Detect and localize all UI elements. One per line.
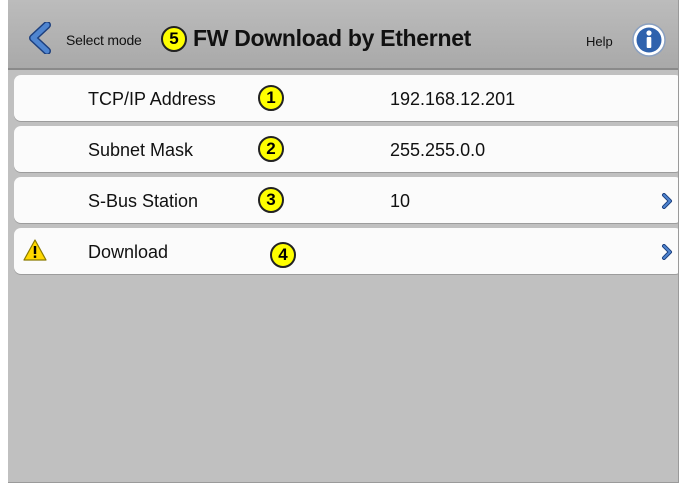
header-bar: Select mode 5 FW Download by Ethernet He… bbox=[8, 0, 678, 70]
select-mode-link[interactable]: Select mode bbox=[66, 32, 142, 48]
warning-icon bbox=[23, 239, 47, 261]
row-subnet-mask[interactable]: Subnet Mask 2 255.255.0.0 bbox=[14, 126, 678, 172]
row-label: TCP/IP Address bbox=[88, 89, 216, 109]
row-label: Subnet Mask bbox=[88, 140, 194, 160]
row-download[interactable]: Download 4 bbox=[14, 228, 678, 274]
row-value: 255.255.0.0 bbox=[390, 140, 486, 160]
callout-badge: 3 bbox=[258, 187, 284, 213]
callout-badge: 2 bbox=[258, 136, 284, 162]
row-label: S-Bus Station bbox=[88, 191, 199, 211]
app-window: Select mode 5 FW Download by Ethernet He… bbox=[8, 0, 679, 483]
callout-badge: 1 bbox=[258, 85, 284, 111]
row-label: Download bbox=[88, 242, 169, 262]
row-value: 10 bbox=[390, 191, 411, 211]
callout-badge: 5 bbox=[161, 26, 187, 52]
callout-badge: 4 bbox=[270, 242, 296, 268]
help-label[interactable]: Help bbox=[586, 34, 613, 49]
chevron-right-icon[interactable] bbox=[661, 193, 673, 209]
row-value: 192.168.12.201 bbox=[390, 89, 516, 109]
row-tcpip-address[interactable]: TCP/IP Address 1 192.168.12.201 bbox=[14, 75, 678, 121]
back-chevron-icon[interactable] bbox=[26, 22, 54, 54]
row-sbus-station[interactable]: S-Bus Station 3 10 bbox=[14, 177, 678, 223]
page-title: FW Download by Ethernet bbox=[193, 25, 472, 51]
info-icon[interactable] bbox=[631, 22, 667, 58]
chevron-right-icon[interactable] bbox=[661, 244, 673, 260]
